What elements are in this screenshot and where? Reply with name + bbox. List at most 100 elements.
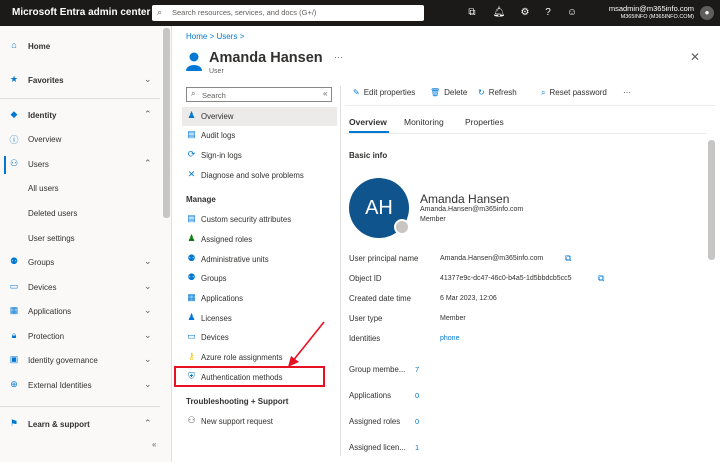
chevron-up-icon: ⌃	[144, 158, 152, 168]
app-title[interactable]: Microsoft Entra admin center	[12, 7, 150, 18]
menu-item-custom-security-attributes[interactable]: ▤ Custom security attributes	[182, 210, 337, 229]
global-search-input[interactable]: ⌕ Search resources, services, and docs (…	[152, 5, 424, 21]
delete-button[interactable]: 🗑︎ Delete	[430, 88, 467, 97]
collapse-nav-button[interactable]: «	[152, 440, 156, 449]
account-avatar[interactable]: ●	[700, 6, 714, 20]
chevron-up-icon: ⌃	[144, 109, 152, 119]
menu-item-groups[interactable]: ⚉ Groups	[182, 269, 337, 288]
lock-icon: 🔒︎	[11, 330, 17, 340]
nav-label: Identity governance	[28, 356, 98, 365]
nav-user-settings[interactable]: User settings	[0, 230, 160, 248]
bell-icon[interactable]: 🔔︎	[492, 6, 506, 20]
nav-applications[interactable]: ▦ Applications ⌄	[0, 303, 160, 321]
active-tab-indicator	[349, 131, 389, 133]
close-button[interactable]: ✕	[690, 50, 700, 64]
group-icon: ⚉	[9, 256, 19, 266]
divider	[0, 406, 160, 407]
refresh-button[interactable]: ↻ Refresh	[478, 88, 517, 97]
profile-email: Amanda.Hansen@m365info.com	[420, 206, 524, 213]
menu-item-label: Assigned roles	[201, 235, 253, 244]
tab-properties[interactable]: Properties	[465, 117, 504, 127]
menu-item-new-support-request[interactable]: ⚇ New support request	[182, 412, 337, 431]
prop-value-upn: Amanda.Hansen@m365info.com	[440, 255, 544, 262]
nav-label: All users	[28, 184, 59, 193]
breadcrumb[interactable]: Home > Users >	[186, 32, 244, 41]
more-options-button[interactable]: ···	[334, 52, 343, 62]
menu-item-label: Audit logs	[201, 131, 236, 140]
pencil-icon: ✎	[353, 88, 360, 97]
prop-value-identities[interactable]: phone	[440, 335, 459, 342]
menu-search-input[interactable]: ⌕ Search	[186, 87, 332, 102]
menu-item-applications[interactable]: ▦ Applications	[182, 289, 337, 308]
main-scrollbar[interactable]	[708, 140, 715, 260]
gear-icon[interactable]: ⚙	[518, 6, 532, 20]
nav-protection[interactable]: 🔒︎ Protection ⌄	[0, 328, 160, 346]
menu-item-label: Sign-in logs	[201, 151, 242, 160]
chevron-down-icon: ⌄	[144, 256, 152, 266]
edit-properties-button[interactable]: ✎ Edit properties	[353, 88, 415, 97]
section-heading-manage: Manage	[186, 195, 216, 204]
person-feedback-icon[interactable]: ☺	[565, 6, 579, 20]
trash-icon: 🗑︎	[430, 88, 441, 97]
menu-item-administrative-units[interactable]: ⚉ Administrative units	[182, 250, 337, 269]
tab-overview[interactable]: Overview	[349, 117, 387, 127]
nav-overview[interactable]: ⓘ Overview	[0, 131, 160, 149]
menu-item-sign-in-logs[interactable]: ⟳ Sign-in logs	[182, 146, 337, 165]
menu-divider	[340, 86, 341, 456]
sign-in-icon: ⟳	[187, 149, 196, 159]
refresh-icon: ↻	[478, 88, 485, 97]
help-icon[interactable]: ?	[541, 6, 555, 20]
account-name[interactable]: msadmin@m365info.com	[609, 4, 694, 13]
card-value-assigned-roles[interactable]: 0	[415, 417, 419, 426]
tab-monitoring[interactable]: Monitoring	[404, 117, 444, 127]
copy-icon[interactable]: ⧉	[565, 253, 571, 264]
nav-all-users[interactable]: All users	[0, 180, 160, 198]
nav-learn-support[interactable]: ⚑ Learn & support ⌃	[0, 416, 160, 434]
divider	[345, 133, 707, 134]
feedback-icon[interactable]: ⧉	[465, 6, 479, 20]
red-arrow-annotation	[288, 321, 325, 367]
profile-name: Amanda Hansen	[420, 192, 510, 206]
nav-favorites[interactable]: ★ Favorites ⌄	[0, 72, 160, 90]
account-org[interactable]: M365INFO (M365INFO.COM)	[621, 14, 694, 20]
nav-deleted-users[interactable]: Deleted users	[0, 205, 160, 223]
nav-external-identities[interactable]: ⊕ External Identities ⌄	[0, 377, 160, 395]
nav-label: Learn & support	[28, 420, 90, 429]
card-value-group-memberships[interactable]: 7	[415, 365, 419, 374]
section-heading-troubleshooting: Troubleshooting + Support	[186, 397, 289, 406]
nav-scrollbar[interactable]	[163, 28, 170, 218]
chevron-down-icon: ⌄	[144, 354, 152, 364]
camera-icon[interactable]	[394, 219, 410, 235]
prop-label-upn: User principal name	[349, 254, 419, 263]
menu-item-diagnose[interactable]: ✕ Diagnose and solve problems	[182, 166, 337, 185]
collapse-menu-button[interactable]: «	[323, 89, 327, 98]
section-heading-basic-info: Basic info	[349, 151, 388, 160]
nav-label: Groups	[28, 258, 55, 267]
card-value-assigned-licenses[interactable]: 1	[415, 443, 419, 452]
reset-password-button[interactable]: ⌕ Reset password	[541, 88, 607, 98]
menu-item-audit-logs[interactable]: ▤ Audit logs	[182, 126, 337, 145]
license-icon: ♟	[187, 312, 196, 322]
card-value-applications[interactable]: 0	[415, 391, 419, 400]
profile-user-type: Member	[420, 216, 446, 223]
nav-label: Favorites	[28, 76, 64, 85]
nav-devices[interactable]: ▭ Devices ⌄	[0, 279, 160, 297]
nav-identity-governance[interactable]: ▣ Identity governance ⌄	[0, 352, 160, 370]
nav-label: Overview	[28, 135, 62, 144]
nav-identity[interactable]: ◆ Identity ⌃	[0, 107, 160, 125]
external-icon: ⊕	[10, 379, 18, 389]
more-actions-button[interactable]: ···	[623, 88, 631, 97]
page-title: Amanda Hansen	[209, 50, 323, 66]
user-icon: ⚇	[9, 158, 19, 168]
document-icon: ▤	[187, 129, 196, 139]
chevron-down-icon: ⌄	[144, 74, 152, 84]
nav-home[interactable]: ⌂ Home	[0, 38, 160, 56]
menu-item-assigned-roles[interactable]: ♟ Assigned roles	[182, 230, 337, 249]
nav-groups[interactable]: ⚉ Groups ⌄	[0, 254, 160, 272]
nav-label: External Identities	[28, 381, 92, 390]
nav-users[interactable]: ⚇ Users ⌃	[0, 156, 160, 174]
button-label: Delete	[444, 88, 468, 97]
nav-label: Users	[28, 160, 49, 169]
menu-item-overview[interactable]: ♟ Overview	[182, 107, 337, 126]
copy-icon[interactable]: ⧉	[598, 273, 604, 284]
